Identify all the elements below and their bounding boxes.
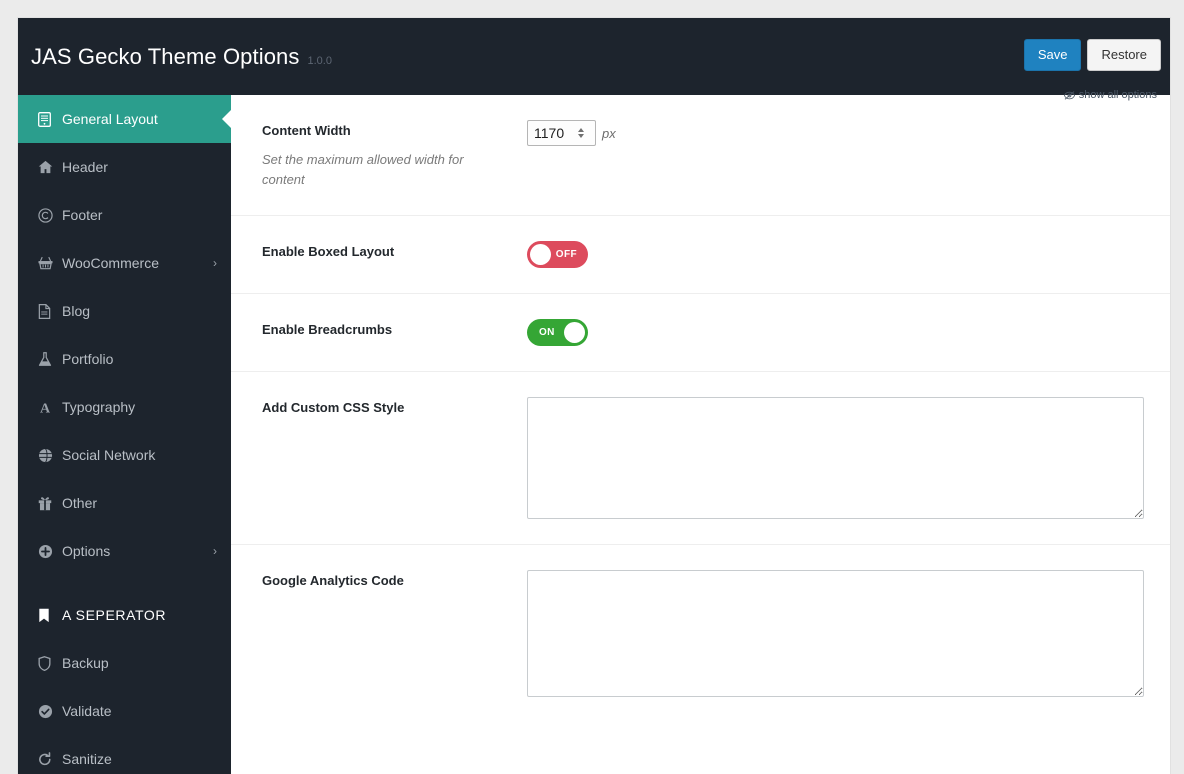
theme-options-panel: JAS Gecko Theme Options 1.0.0 Save Resto… xyxy=(18,18,1170,774)
sidebar-item-label: Options xyxy=(62,543,111,559)
page-title: JAS Gecko Theme Options xyxy=(31,44,300,69)
sidebar-item-portfolio[interactable]: Portfolio xyxy=(18,335,231,383)
field-input-column xyxy=(527,397,1144,520)
sidebar-item-typography[interactable]: A Typography xyxy=(18,383,231,431)
field-row-google-analytics: Google Analytics Code xyxy=(231,545,1170,722)
gift-icon xyxy=(38,496,58,511)
sidebar-item-other[interactable]: Other xyxy=(18,479,231,527)
options-header: JAS Gecko Theme Options 1.0.0 Save Resto… xyxy=(18,18,1170,101)
sidebar-item-blog[interactable]: Blog xyxy=(18,287,231,335)
field-input-column: ON xyxy=(527,319,1130,347)
sidebar-item-label: Sanitize xyxy=(62,751,112,767)
field-label-column: Enable Boxed Layout xyxy=(262,241,527,261)
toggle-knob xyxy=(530,244,551,266)
sidebar: General Layout Header Footer WooCommerce… xyxy=(18,95,231,774)
sidebar-item-label: Footer xyxy=(62,207,103,223)
stepper-up-icon[interactable] xyxy=(578,128,584,132)
field-title: Enable Breadcrumbs xyxy=(262,322,393,338)
field-label-column: Enable Breadcrumbs xyxy=(262,319,527,339)
field-row-breadcrumbs: Enable Breadcrumbs ON xyxy=(231,294,1170,373)
show-all-options-label: show all options xyxy=(1078,89,1157,101)
sidebar-item-sanitize[interactable]: Sanitize xyxy=(18,735,231,774)
options-content: Content Width Set the maximum allowed wi… xyxy=(231,95,1170,774)
field-label-column: Google Analytics Code xyxy=(262,570,527,590)
field-row-content-width: Content Width Set the maximum allowed wi… xyxy=(231,95,1170,217)
sidebar-item-label: Blog xyxy=(62,303,91,319)
svg-text:A: A xyxy=(40,401,51,414)
basket-icon xyxy=(38,256,58,270)
sidebar-item-label: Typography xyxy=(62,399,136,415)
field-description: Set the maximum allowed width for conten… xyxy=(262,152,464,188)
sidebar-item-options[interactable]: Options › xyxy=(18,527,231,575)
refresh-icon xyxy=(38,751,58,767)
content-width-input[interactable] xyxy=(527,120,596,146)
globe-icon xyxy=(38,448,58,463)
field-row-boxed-layout: Enable Boxed Layout OFF xyxy=(231,216,1170,295)
eye-slash-icon xyxy=(1063,90,1075,100)
sidebar-item-label: Validate xyxy=(62,703,112,719)
field-input-column: OFF xyxy=(527,241,1130,269)
restore-button[interactable]: Restore xyxy=(1087,39,1161,71)
check-circle-icon xyxy=(38,704,58,719)
sidebar-item-woocommerce[interactable]: WooCommerce › xyxy=(18,239,231,287)
sidebar-item-label: Other xyxy=(62,495,98,511)
tablet-icon xyxy=(38,111,58,127)
home-icon xyxy=(38,160,58,174)
toggle-state-label: ON xyxy=(539,327,555,339)
chevron-right-icon: › xyxy=(213,544,217,558)
field-title: Enable Boxed Layout xyxy=(262,244,395,260)
save-button[interactable]: Save xyxy=(1023,39,1082,71)
boxed-layout-toggle[interactable]: OFF xyxy=(527,241,588,269)
toggle-state-label: OFF xyxy=(555,249,577,261)
sidebar-item-label: General Layout xyxy=(62,111,158,127)
field-row-custom-css: Add Custom CSS Style xyxy=(231,372,1170,546)
chevron-right-icon: › xyxy=(213,256,217,270)
copyright-icon xyxy=(38,207,58,223)
field-title: Add Custom CSS Style xyxy=(262,400,405,416)
field-input-column: px xyxy=(527,120,1130,146)
field-label-column: Add Custom CSS Style xyxy=(262,397,527,417)
google-analytics-textarea[interactable] xyxy=(527,570,1144,698)
file-icon xyxy=(38,303,58,319)
unit-label: px xyxy=(602,125,616,141)
sidebar-item-label: Portfolio xyxy=(62,351,114,367)
sidebar-item-footer[interactable]: Footer xyxy=(18,191,231,239)
sidebar-item-label: WooCommerce xyxy=(62,255,159,271)
sidebar-item-label: A SEPERATOR xyxy=(62,607,167,623)
content-width-control: px xyxy=(527,120,1130,146)
sidebar-item-header[interactable]: Header xyxy=(18,143,231,191)
stepper-down-icon[interactable] xyxy=(578,134,584,138)
flask-icon xyxy=(38,351,58,367)
shield-icon xyxy=(38,655,58,671)
bookmark-icon xyxy=(38,608,58,623)
sidebar-item-validate[interactable]: Validate xyxy=(18,687,231,735)
sidebar-item-backup[interactable]: Backup xyxy=(18,639,231,687)
sidebar-item-social-network[interactable]: Social Network xyxy=(18,431,231,479)
sidebar-item-label: Backup xyxy=(62,655,109,671)
breadcrumbs-toggle[interactable]: ON xyxy=(527,319,588,347)
plus-circle-icon xyxy=(38,544,58,559)
sidebar-item-label: Header xyxy=(62,159,108,175)
toggle-knob xyxy=(564,322,585,344)
show-all-options-toggle[interactable]: show all options xyxy=(1063,89,1157,101)
version-label: 1.0.0 xyxy=(307,55,332,67)
font-a-icon: A xyxy=(38,400,58,414)
sidebar-item-general-layout[interactable]: General Layout xyxy=(18,95,231,143)
sidebar-item-label: Social Network xyxy=(62,447,156,463)
sidebar-separator-a-seperator: A SEPERATOR xyxy=(18,591,231,639)
field-title: Content Width xyxy=(262,123,351,138)
options-body: General Layout Header Footer WooCommerce… xyxy=(18,95,1170,774)
field-label-column: Content Width Set the maximum allowed wi… xyxy=(262,120,527,190)
header-actions: Save Restore xyxy=(1023,39,1161,71)
field-input-column xyxy=(527,570,1144,698)
header-title-wrap: JAS Gecko Theme Options 1.0.0 xyxy=(31,44,332,70)
custom-css-textarea[interactable] xyxy=(527,397,1144,520)
field-title: Google Analytics Code xyxy=(262,573,404,589)
